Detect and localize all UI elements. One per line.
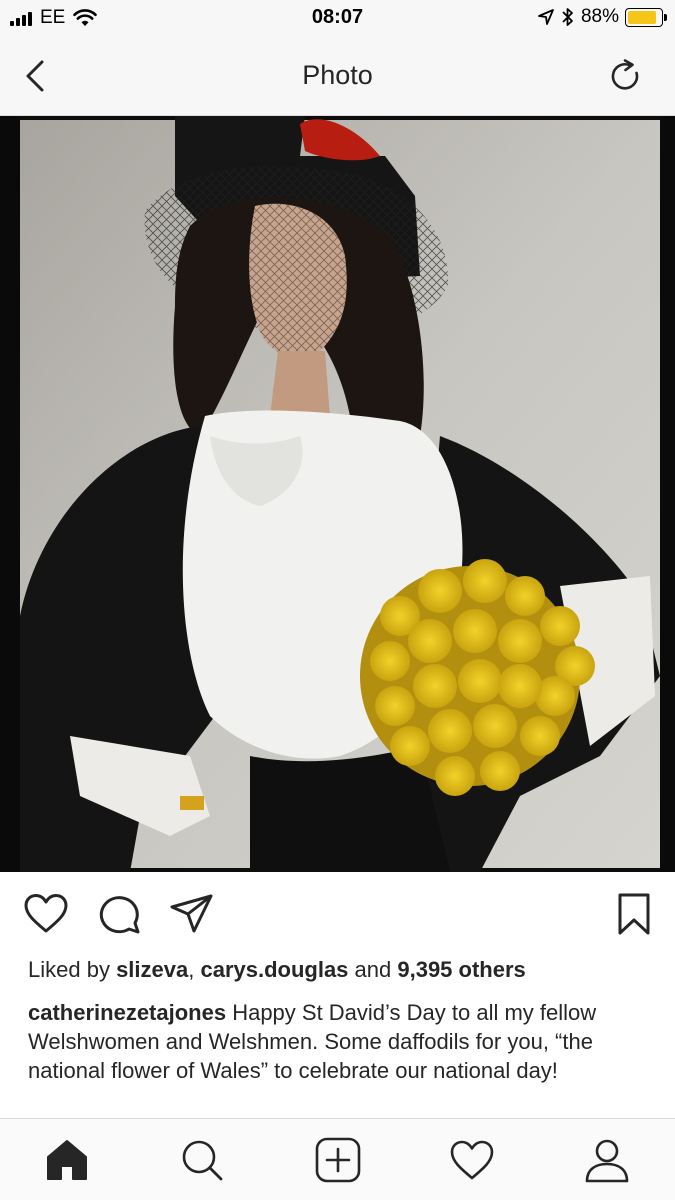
tab-profile[interactable] [582,1135,632,1185]
save-button[interactable] [610,890,658,938]
like-button[interactable] [22,890,70,938]
post-photo[interactable] [0,116,675,872]
bluetooth-icon [562,8,573,26]
comment-button[interactable] [96,890,144,938]
tab-new-post[interactable] [313,1135,363,1185]
post-caption: catherinezetajones Happy St David’s Day … [28,998,648,1085]
photo-image [0,116,675,872]
tab-bar [0,1118,675,1200]
search-icon [182,1140,223,1181]
likes-separator: , [188,957,201,982]
refresh-button[interactable] [605,56,645,96]
likes-others-link[interactable]: 9,395 others [397,957,525,982]
comment-icon [99,896,140,934]
location-arrow-icon [538,9,554,25]
likes-summary: Liked by slizeva, carys.douglas and 9,39… [28,957,526,983]
liker-username[interactable]: carys.douglas [200,957,348,982]
send-icon [170,894,213,933]
home-icon [47,1140,87,1180]
bookmark-icon [618,893,650,935]
add-post-icon [315,1137,361,1183]
liker-username[interactable]: slizeva [116,957,188,982]
nav-bar: Photo [0,38,675,116]
action-row [0,880,675,948]
status-right: 88% [537,6,667,28]
battery-fill [628,10,657,24]
likes-prefix: Liked by [28,957,117,982]
status-bar: EE 08:07 88% [0,0,675,38]
profile-icon [585,1139,629,1183]
heart-icon [24,894,68,933]
refresh-icon [611,59,639,90]
activity-heart-icon [450,1140,494,1180]
page-title: Photo [302,60,373,90]
share-button[interactable] [168,890,216,938]
likes-middle: and [348,957,398,982]
battery-percent: 88% [580,6,619,27]
caption-username[interactable]: catherinezetajones [28,1000,226,1025]
tab-search[interactable] [177,1135,227,1185]
tab-home[interactable] [42,1135,92,1185]
tab-activity[interactable] [447,1135,497,1185]
battery-icon [625,7,667,27]
